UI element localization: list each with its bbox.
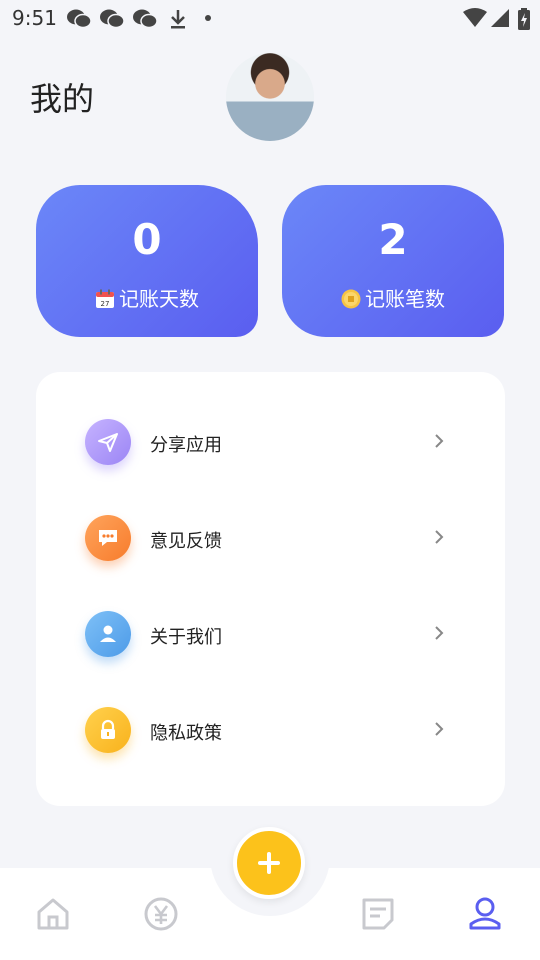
wechat-icon: [67, 9, 92, 29]
notes-icon[interactable]: [360, 896, 396, 932]
download-icon: [171, 10, 185, 29]
svg-text:27: 27: [101, 300, 110, 308]
stat-card-days: 0 27 记账天数: [36, 185, 258, 337]
send-icon: [85, 419, 131, 465]
wifi-icon: [463, 8, 487, 27]
menu-label: 隐私政策: [150, 723, 222, 744]
stat-label: 记账笔数: [282, 283, 504, 312]
coin-icon: [341, 289, 361, 309]
chat-icon: [85, 515, 131, 561]
menu-card: 分享应用 意见反馈 关于我们 隐私政策: [36, 372, 505, 806]
battery-icon: [518, 8, 530, 30]
stat-value: 0: [132, 215, 162, 264]
plus-icon: [258, 852, 280, 874]
stat-label-text: 记账天数: [119, 287, 199, 311]
menu-item-about[interactable]: 关于我们: [36, 599, 505, 669]
chevron-right-icon: [435, 626, 444, 640]
menu-item-feedback[interactable]: 意见反馈: [36, 503, 505, 573]
wechat-icon: [133, 9, 158, 29]
signal-icon: [491, 9, 509, 27]
add-entry-button[interactable]: [233, 827, 305, 899]
user-icon: [85, 611, 131, 657]
menu-item-privacy[interactable]: 隐私政策: [36, 695, 505, 765]
home-icon[interactable]: [35, 896, 71, 932]
yen-icon[interactable]: [143, 896, 179, 932]
stat-label: 27 记账天数: [36, 283, 258, 312]
profile-icon[interactable]: [467, 896, 503, 932]
stat-value: 2: [378, 215, 408, 264]
stat-label-text: 记账笔数: [365, 287, 445, 311]
menu-label: 关于我们: [150, 627, 222, 648]
calendar-icon: 27: [96, 289, 114, 308]
wechat-icon: [100, 9, 125, 29]
page-title: 我的: [30, 80, 95, 118]
chevron-right-icon: [435, 434, 444, 448]
menu-item-share[interactable]: 分享应用: [36, 407, 505, 477]
dot-icon: [205, 15, 211, 21]
status-time: 9:51: [12, 6, 57, 30]
lock-icon: [85, 707, 131, 753]
avatar[interactable]: [226, 53, 314, 141]
stat-card-entries: 2 记账笔数: [282, 185, 504, 337]
menu-label: 意见反馈: [150, 531, 222, 552]
status-bar: 9:51: [0, 0, 540, 36]
chevron-right-icon: [435, 722, 444, 736]
chevron-right-icon: [435, 530, 444, 544]
menu-label: 分享应用: [150, 435, 222, 456]
